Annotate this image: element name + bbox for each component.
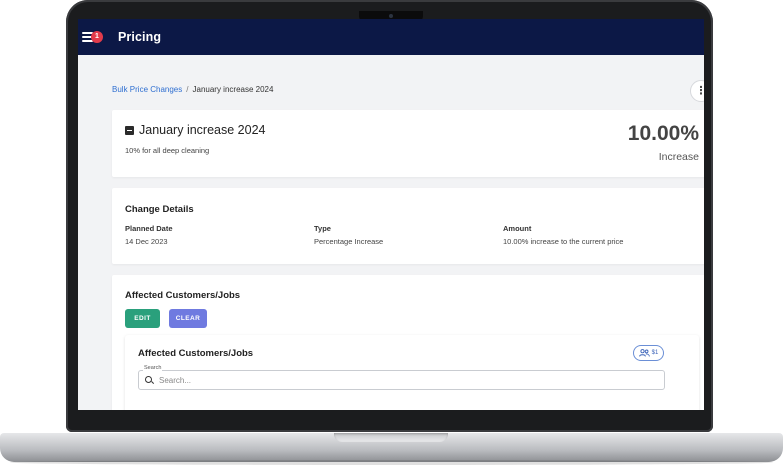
search-label: Search	[143, 365, 163, 371]
price-change-summary-card: January increase 2024 10% for all deep c…	[112, 110, 704, 177]
chip-label: $1	[651, 350, 659, 356]
summary-title-text: January increase 2024	[139, 123, 266, 137]
search-icon	[145, 375, 154, 385]
more-vertical-icon: ⋮	[695, 84, 705, 97]
users-icon	[638, 349, 650, 357]
detail-planned-date: Planned Date 14 Dec 2023	[125, 224, 173, 246]
app-header: 1 Pricing	[78, 19, 704, 55]
camera-icon	[389, 14, 393, 18]
page-title: Pricing	[118, 30, 162, 44]
change-details-card: Change Details Planned Date 14 Dec 2023 …	[112, 188, 704, 264]
laptop-shadow	[10, 460, 773, 465]
summary-amount: 10.00%	[627, 122, 699, 145]
affected-section-title: Affected Customers/Jobs	[125, 290, 241, 301]
laptop-base-notch	[334, 433, 448, 442]
detail-value: 14 Dec 2023	[125, 237, 168, 246]
summary-amount-label: Increase	[658, 151, 699, 163]
notification-badge: 1	[91, 31, 103, 43]
detail-amount: Amount 10.00% increase to the current pr…	[503, 224, 623, 246]
detail-label: Amount	[503, 224, 532, 233]
detail-value: Percentage Increase	[314, 237, 384, 246]
laptop-screen: 1 Pricing Bulk Price Changes / January i…	[78, 19, 704, 410]
summary-title: January increase 2024	[125, 123, 265, 137]
detail-value: 10.00% increase to the current price	[503, 237, 624, 246]
detail-label: Planned Date	[125, 224, 173, 233]
summary-description: 10% for all deep cleaning	[125, 146, 210, 155]
customer-filter-chip[interactable]: $1	[633, 345, 664, 361]
panel-title: Affected Customers/Jobs	[138, 348, 254, 359]
change-details-title: Change Details	[125, 204, 194, 215]
detail-label: Type	[314, 224, 331, 233]
search-field[interactable]	[138, 370, 665, 390]
breadcrumb-current: January increase 2024	[192, 85, 274, 94]
menu-icon[interactable]: 1	[82, 30, 103, 44]
affected-customers-card: Affected Customers/Jobs EDIT CLEAR Affec…	[112, 275, 704, 410]
price-tag-icon	[125, 125, 134, 135]
edit-button[interactable]: EDIT	[125, 309, 160, 328]
more-options-button[interactable]: ⋮	[690, 80, 704, 102]
search-input[interactable]	[159, 375, 639, 385]
clear-button[interactable]: CLEAR	[169, 309, 207, 328]
affected-customers-panel: Affected Customers/Jobs $1 Search	[125, 335, 699, 410]
breadcrumb-link-bulk-price-changes[interactable]: Bulk Price Changes	[112, 85, 182, 94]
breadcrumb: Bulk Price Changes / January increase 20…	[112, 85, 273, 94]
breadcrumb-separator: /	[186, 85, 189, 94]
detail-type: Type Percentage Increase	[314, 224, 383, 246]
